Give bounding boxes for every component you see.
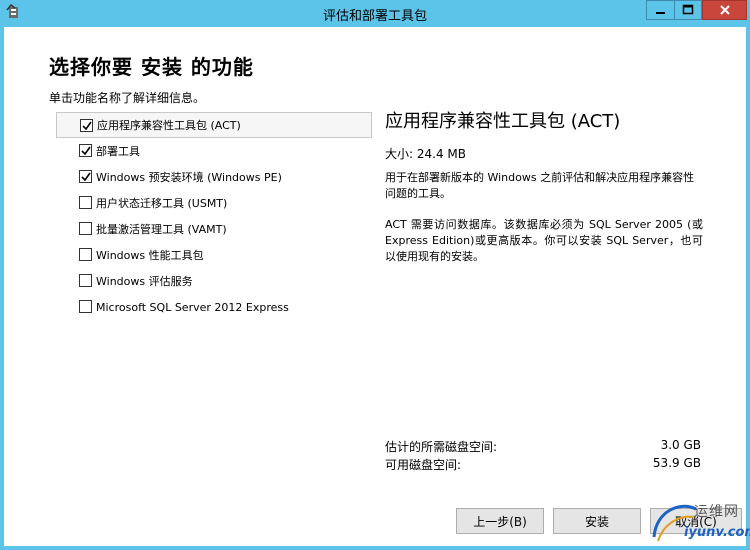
feature-label: 部署工具 xyxy=(96,145,140,158)
maximize-button[interactable] xyxy=(674,0,702,20)
title-bar: 评估和部署工具包 xyxy=(0,0,750,27)
feature-label: Windows 预安装环境 (Windows PE) xyxy=(96,171,282,184)
feature-checkbox[interactable] xyxy=(79,196,92,209)
back-button[interactable]: 上一步(B) xyxy=(456,508,544,534)
feature-checkbox[interactable] xyxy=(79,170,92,183)
window-title: 评估和部署工具包 xyxy=(322,9,427,24)
feature-checkbox[interactable] xyxy=(79,274,92,287)
feature-item-sql-express[interactable]: Microsoft SQL Server 2012 Express xyxy=(56,294,372,320)
dialog-content: 选择你要 安装 的功能 单击功能名称了解详细信息。 应用程序兼容性工具包 (AC… xyxy=(4,27,746,546)
checkmark-icon xyxy=(82,121,92,131)
feature-item-assessment-services[interactable]: Windows 评估服务 xyxy=(56,268,372,294)
maximize-icon xyxy=(682,4,694,15)
feature-label: Windows 性能工具包 xyxy=(96,249,204,262)
available-space-value: 53.9 GB xyxy=(652,456,701,470)
feature-list: 应用程序兼容性工具包 (ACT) 部署工具 Windows 预安装环境 (Win… xyxy=(56,112,372,320)
cancel-button[interactable]: 取消(C) xyxy=(650,508,742,534)
detail-title: 应用程序兼容性工具包 (ACT) xyxy=(385,111,621,132)
feature-item-act[interactable]: 应用程序兼容性工具包 (ACT) xyxy=(56,112,372,138)
required-space-value: 3.0 GB xyxy=(660,438,701,452)
page-subheading: 单击功能名称了解详细信息。 xyxy=(49,91,206,105)
feature-checkbox[interactable] xyxy=(79,248,92,261)
page-heading: 选择你要 安装 的功能 xyxy=(49,55,254,79)
minimize-icon xyxy=(655,12,665,14)
feature-item-vamt[interactable]: 批量激活管理工具 (VAMT) xyxy=(56,216,372,242)
minimize-button[interactable] xyxy=(646,0,674,20)
available-space-label: 可用磁盘空间: xyxy=(385,458,462,472)
required-space-label: 估计的所需磁盘空间: xyxy=(385,440,498,454)
close-button[interactable] xyxy=(702,0,747,20)
feature-checkbox[interactable] xyxy=(79,222,92,235)
detail-description: 用于在部署新版本的 Windows 之前评估和解决应用程序兼容性问题的工具。 xyxy=(385,171,695,200)
feature-checkbox[interactable] xyxy=(80,119,93,132)
feature-label: Microsoft SQL Server 2012 Express xyxy=(96,300,289,314)
checkmark-icon xyxy=(81,146,91,156)
feature-label: 应用程序兼容性工具包 (ACT) xyxy=(97,119,241,132)
feature-item-windows-pe[interactable]: Windows 预安装环境 (Windows PE) xyxy=(56,164,372,190)
install-button[interactable]: 安装 xyxy=(553,508,641,534)
feature-checkbox[interactable] xyxy=(79,300,92,313)
feature-checkbox[interactable] xyxy=(79,144,92,157)
feature-item-deployment-tools[interactable]: 部署工具 xyxy=(56,138,372,164)
detail-size: 大小: 24.4 MB xyxy=(385,147,466,161)
feature-item-usmt[interactable]: 用户状态迁移工具 (USMT) xyxy=(56,190,372,216)
checkmark-icon xyxy=(81,172,91,182)
feature-item-performance-toolkit[interactable]: Windows 性能工具包 xyxy=(56,242,372,268)
available-disk-space: 可用磁盘空间: 53.9 GB xyxy=(385,456,701,473)
feature-label: 批量激活管理工具 (VAMT) xyxy=(96,223,227,236)
feature-detail-panel: 应用程序兼容性工具包 (ACT) 大小: 24.4 MB 用于在部署新版本的 W… xyxy=(385,107,703,265)
required-disk-space: 估计的所需磁盘空间: 3.0 GB xyxy=(385,438,701,455)
detail-requirement: ACT 需要访问数据库。该数据库必须为 SQL Server 2005 (或 E… xyxy=(385,218,703,263)
feature-label: 用户状态迁移工具 (USMT) xyxy=(96,197,228,210)
close-icon xyxy=(719,5,730,15)
feature-label: Windows 评估服务 xyxy=(96,275,193,288)
